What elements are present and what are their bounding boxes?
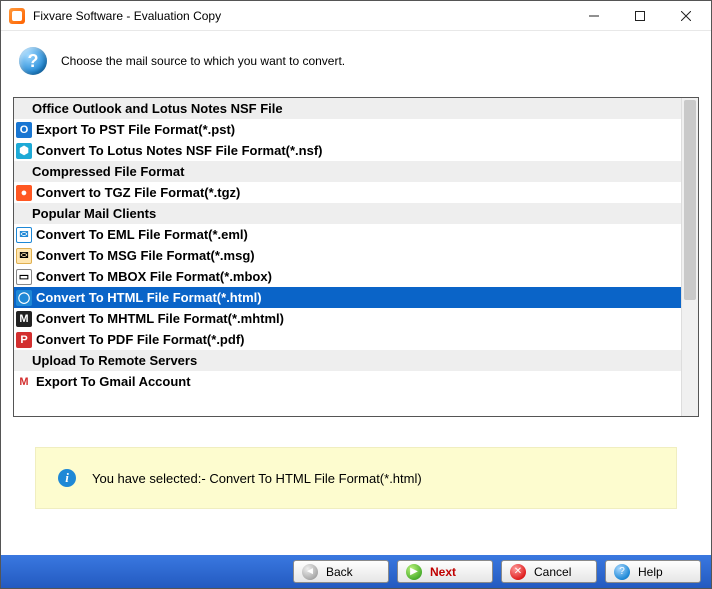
instruction-text: Choose the mail source to which you want…	[61, 54, 345, 68]
gmail-icon: M	[16, 374, 32, 390]
window-title: Fixvare Software - Evaluation Copy	[33, 9, 221, 23]
mhtml-icon: M	[16, 311, 32, 327]
back-button[interactable]: ◄ Back	[293, 560, 389, 583]
minimize-button[interactable]	[571, 1, 617, 31]
back-button-label: Back	[326, 565, 353, 579]
list-group-header: Popular Mail Clients	[14, 203, 681, 224]
list-group-header: Upload To Remote Servers	[14, 350, 681, 371]
list-item[interactable]: ✉ Convert To MSG File Format(*.msg)	[14, 245, 681, 266]
cancel-icon: ✕	[510, 564, 526, 580]
list-item[interactable]: ✉ Convert To EML File Format(*.eml)	[14, 224, 681, 245]
pst-icon: O	[16, 122, 32, 138]
instruction-row: ? Choose the mail source to which you wa…	[1, 31, 711, 97]
list-group-header-label: Popular Mail Clients	[32, 206, 156, 221]
cancel-button[interactable]: ✕ Cancel	[501, 560, 597, 583]
list-group-header-label: Compressed File Format	[32, 164, 184, 179]
selection-info-text: You have selected:- Convert To HTML File…	[92, 471, 422, 486]
next-button[interactable]: ▶ Next	[397, 560, 493, 583]
help-icon: ?	[614, 564, 630, 580]
list-item-label: Convert To MHTML File Format(*.mhtml)	[36, 311, 284, 326]
eml-icon: ✉	[16, 227, 32, 243]
list-item-label: Convert To MSG File Format(*.msg)	[36, 248, 255, 263]
maximize-button[interactable]	[617, 1, 663, 31]
html-icon: ◯	[16, 290, 32, 306]
list-item-label: Convert To MBOX File Format(*.mbox)	[36, 269, 272, 284]
list-group-header-label: Office Outlook and Lotus Notes NSF File	[32, 101, 283, 116]
list-item[interactable]: M Export To Gmail Account	[14, 371, 681, 392]
next-arrow-icon: ▶	[406, 564, 422, 580]
list-group-header-label: Upload To Remote Servers	[32, 353, 197, 368]
nsf-icon: ⬢	[16, 143, 32, 159]
mbox-icon: ▭	[16, 269, 32, 285]
cancel-button-label: Cancel	[534, 565, 571, 579]
list-group-header: Compressed File Format	[14, 161, 681, 182]
list-item-label: Convert To PDF File Format(*.pdf)	[36, 332, 244, 347]
list-item[interactable]: ● Convert to TGZ File Format(*.tgz)	[14, 182, 681, 203]
list-group-header: Office Outlook and Lotus Notes NSF File	[14, 98, 681, 119]
next-button-label: Next	[430, 565, 456, 579]
info-icon: i	[58, 469, 76, 487]
close-button[interactable]	[663, 1, 709, 31]
list-item[interactable]: P Convert To PDF File Format(*.pdf)	[14, 329, 681, 350]
question-icon: ?	[19, 47, 47, 75]
list-item[interactable]: O Export To PST File Format(*.pst)	[14, 119, 681, 140]
back-arrow-icon: ◄	[302, 564, 318, 580]
help-button[interactable]: ? Help	[605, 560, 701, 583]
list-item-label: Export To Gmail Account	[36, 374, 191, 389]
help-button-label: Help	[638, 565, 663, 579]
footer-bar: ◄ Back ▶ Next ✕ Cancel ? Help	[1, 555, 711, 588]
list-item-label: Convert To HTML File Format(*.html)	[36, 290, 262, 305]
titlebar: Fixvare Software - Evaluation Copy	[1, 1, 711, 31]
list-item[interactable]: M Convert To MHTML File Format(*.mhtml)	[14, 308, 681, 329]
format-listbox: Office Outlook and Lotus Notes NSF FileO…	[13, 97, 699, 417]
list-item[interactable]: ⬢ Convert To Lotus Notes NSF File Format(…	[14, 140, 681, 161]
selection-info-panel: i You have selected:- Convert To HTML Fi…	[35, 447, 677, 509]
scrollbar[interactable]	[681, 98, 698, 416]
pdf-icon: P	[16, 332, 32, 348]
app-icon	[9, 8, 25, 24]
list-item[interactable]: ◯ Convert To HTML File Format(*.html)	[14, 287, 681, 308]
list-item[interactable]: ▭ Convert To MBOX File Format(*.mbox)	[14, 266, 681, 287]
msg-icon: ✉	[16, 248, 32, 264]
list-item-label: Convert to TGZ File Format(*.tgz)	[36, 185, 240, 200]
scrollbar-thumb[interactable]	[684, 100, 696, 300]
list-item-label: Export To PST File Format(*.pst)	[36, 122, 235, 137]
list-item-label: Convert To EML File Format(*.eml)	[36, 227, 248, 242]
list-item-label: Convert To Lotus Notes NSF File Format(*…	[36, 143, 323, 158]
tgz-icon: ●	[16, 185, 32, 201]
